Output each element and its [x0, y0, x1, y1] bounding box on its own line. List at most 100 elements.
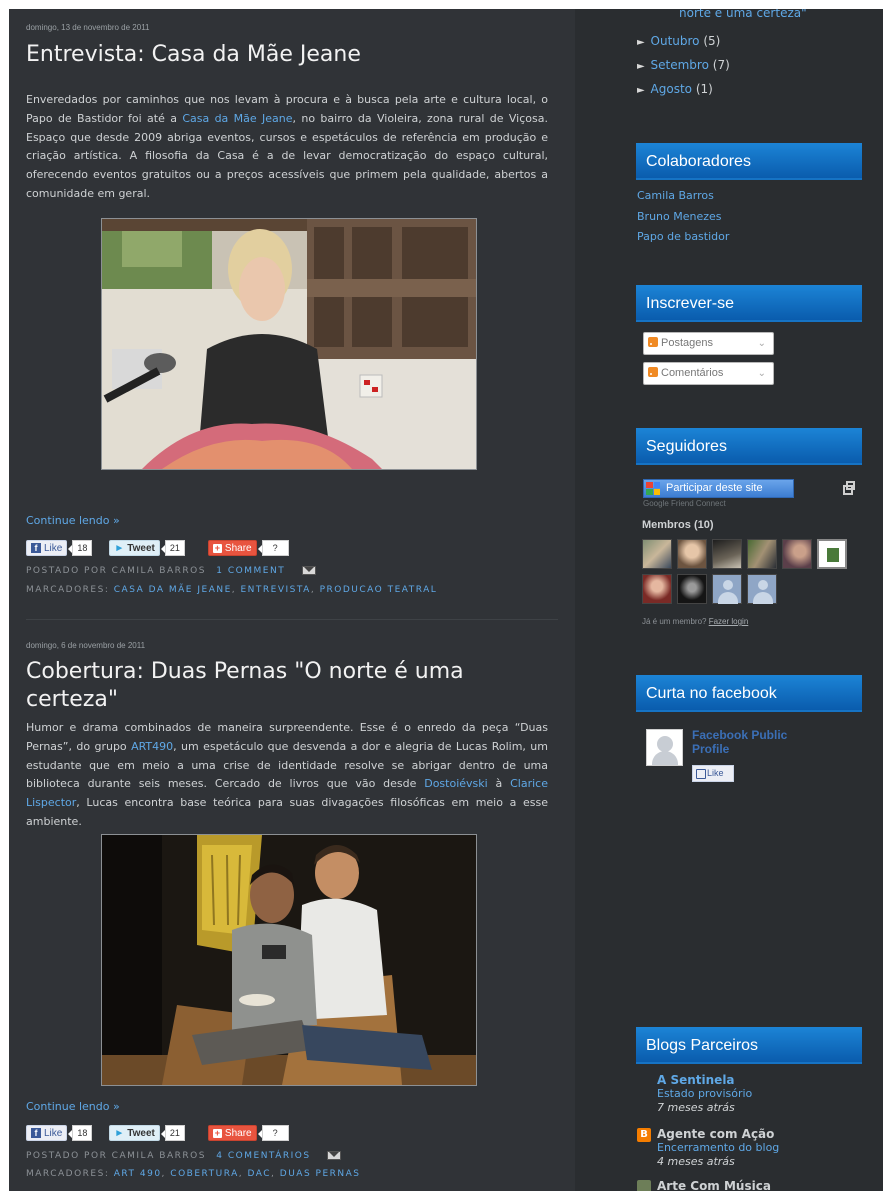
join-site-label: Participar deste site [666, 482, 763, 494]
facebook-like-button[interactable]: f Like [26, 1125, 68, 1141]
colaboradores-list: Camila Barros Bruno Menezes Papo de bast… [637, 186, 729, 248]
post-image-interview[interactable] [101, 218, 477, 470]
label-link[interactable]: CASA DA MÃE JEANE [114, 585, 232, 595]
partner-blog-name[interactable]: Arte Com Música [657, 1179, 771, 1191]
tweet-button[interactable]: ► Tweet [109, 1125, 160, 1141]
share-button[interactable]: + Share [207, 540, 257, 556]
archive-month-link[interactable]: Outubro [651, 34, 700, 48]
rss-feed-icon [648, 337, 658, 347]
posted-by: POSTADO POR CAMILA BARROS [26, 566, 206, 576]
continue-reading-text[interactable]: Continue lendo » [26, 514, 120, 527]
post-meta-labels: MARCADORES: ART 490, COBERTURA, DAC, DUA… [26, 1169, 361, 1179]
blog-favicon-icon [637, 1180, 651, 1191]
archive-post-fragment[interactable]: norte é uma certeza" [679, 9, 807, 25]
like-count: 18 [68, 540, 93, 556]
login-link[interactable]: Fazer login [709, 617, 749, 626]
subscribe-posts-dropdown[interactable]: Postagens ⌄ [643, 332, 774, 355]
share-plus-icon: + [212, 542, 222, 553]
post-body: Humor e drama combinados de maneira surp… [26, 719, 548, 832]
google-friend-connect-icon [646, 482, 660, 495]
posted-by: POSTADO POR CAMILA BARROS [26, 1151, 206, 1161]
archive-item-outubro[interactable]: ► Outubro (5) [637, 30, 730, 54]
post-meta-author: POSTADO POR CAMILA BARROS 1 COMMENT [26, 563, 551, 580]
archive-post-link[interactable]: norte é uma certeza" [679, 9, 807, 20]
member-avatar[interactable] [642, 574, 672, 604]
popout-icon[interactable] [843, 481, 855, 495]
post-meta-labels: MARCADORES: CASA DA MÃE JEANE, ENTREVIST… [26, 585, 438, 595]
partner-blog-name[interactable]: A Sentinela [657, 1073, 752, 1087]
email-post-icon[interactable] [326, 1151, 341, 1160]
email-post-icon[interactable] [301, 566, 316, 575]
colaborador-link[interactable]: Papo de bastidor [637, 227, 729, 248]
twitter-bird-icon: ► [114, 1127, 125, 1139]
archive-month-link[interactable]: Setembro [651, 58, 709, 72]
member-avatar[interactable] [712, 574, 742, 604]
share-button[interactable]: + Share [207, 1125, 257, 1141]
comments-link[interactable]: 1 COMMENT [216, 566, 285, 576]
continue-reading-link[interactable]: Continue lendo » [26, 1100, 551, 1113]
member-avatar[interactable] [782, 539, 812, 569]
facebook-like-button[interactable]: f Like [26, 540, 68, 556]
colaborador-link[interactable]: Camila Barros [637, 186, 729, 207]
continue-reading-text[interactable]: Continue lendo » [26, 1100, 120, 1113]
facebook-like-page-button[interactable]: Like [692, 765, 734, 782]
label-link[interactable]: ENTREVISTA [241, 585, 311, 595]
label-link[interactable]: ART 490 [114, 1169, 162, 1179]
partner-blog-post[interactable]: Encerramento do blog [657, 1141, 779, 1155]
post-title[interactable]: Entrevista: Casa da Mãe Jeane [26, 41, 551, 69]
facebook-icon: f [31, 1128, 41, 1138]
member-avatar[interactable] [817, 539, 847, 569]
archive-month-link[interactable]: Agosto [651, 82, 692, 96]
widget-title-blogs: Blogs Parceiros [636, 1027, 862, 1064]
subscribe-comments-dropdown[interactable]: Comentários ⌄ [643, 362, 774, 385]
like-count: 18 [68, 1125, 93, 1141]
widget-title-seguidores: Seguidores [636, 428, 862, 465]
labels-prefix: MARCADORES: [26, 1169, 110, 1179]
member-avatar[interactable] [747, 574, 777, 604]
expand-triangle-icon[interactable]: ► [637, 37, 645, 48]
post-date: domingo, 13 de novembro de 2011 [26, 23, 150, 32]
link-dostoievski[interactable]: Dostoiévski [424, 777, 487, 790]
post-title-wrap: Cobertura: Duas Pernas "O norte é uma ce… [26, 658, 496, 714]
tweet-button[interactable]: ► Tweet [109, 540, 160, 556]
post-meta-author: POSTADO POR CAMILA BARROS 4 COMENTÁRIOS [26, 1148, 551, 1165]
member-avatar[interactable] [747, 539, 777, 569]
label-link[interactable]: PRODUCAO TEATRAL [320, 585, 438, 595]
comments-link[interactable]: 4 COMENTÁRIOS [216, 1151, 310, 1161]
member-avatar[interactable] [677, 574, 707, 604]
like-label: Like [44, 1127, 63, 1139]
post-image-theater[interactable] [101, 834, 477, 1086]
like-label: Like [44, 542, 63, 554]
share-plus-icon: + [212, 1127, 222, 1138]
expand-triangle-icon[interactable]: ► [637, 85, 645, 96]
member-avatar[interactable] [677, 539, 707, 569]
facebook-profile-name[interactable]: Facebook Public Profile [692, 728, 812, 756]
member-avatar[interactable] [642, 539, 672, 569]
members-heading: Membros (10) [642, 519, 714, 531]
facebook-profile-avatar[interactable] [646, 729, 683, 766]
share-count: ? [257, 540, 289, 556]
expand-triangle-icon[interactable]: ► [637, 61, 645, 72]
label-link[interactable]: DUAS PERNAS [280, 1169, 361, 1179]
archive-list: ► Outubro (5) ► Setembro (7) ► Agosto (1… [637, 30, 730, 102]
link-art490[interactable]: ART490 [131, 740, 173, 753]
join-site-button[interactable]: Participar deste site [643, 479, 794, 498]
archive-item-setembro[interactable]: ► Setembro (7) [637, 54, 730, 78]
label-link[interactable]: DAC [247, 1169, 271, 1179]
partner-blog-time: 4 meses atrás [657, 1155, 735, 1168]
social-buttons: f Like 18 ► Tweet 21 + Share ? [26, 540, 551, 556]
partner-blog-item: Arte Com Música [657, 1179, 771, 1191]
archive-item-agosto[interactable]: ► Agosto (1) [637, 78, 730, 102]
member-avatar[interactable] [712, 539, 742, 569]
colaborador-link[interactable]: Bruno Menezes [637, 207, 729, 228]
partner-blog-name[interactable]: Agente com Ação [657, 1127, 779, 1141]
link-casa-mae-jeane[interactable]: Casa da Mãe Jeane [182, 112, 292, 125]
continue-reading-link[interactable]: Continue lendo » [26, 514, 551, 527]
post-body: Enveredados por caminhos que nos levam à… [26, 91, 548, 204]
widget-title-facebook: Curta no facebook [636, 675, 862, 712]
post-title[interactable]: Cobertura: Duas Pernas "O norte é uma ce… [26, 658, 496, 714]
label-link[interactable]: COBERTURA [170, 1169, 238, 1179]
partner-blog-post[interactable]: Estado provisório [657, 1087, 752, 1101]
tweet-count: 21 [160, 1125, 185, 1141]
post-text: à [487, 777, 511, 791]
